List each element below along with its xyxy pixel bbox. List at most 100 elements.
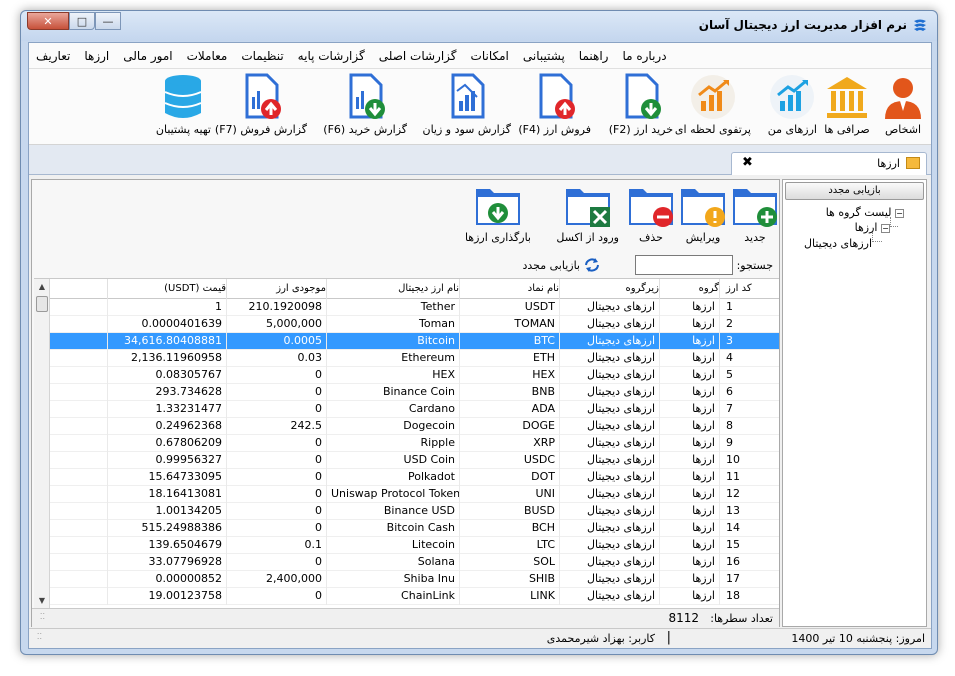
cell-subgroup[interactable]: ارزهای دیجیتال (559, 588, 659, 605)
cell-symbol[interactable]: LTC (459, 537, 559, 554)
cell-subgroup[interactable]: ارزهای دیجیتال (559, 520, 659, 537)
table-row[interactable]: 18 ارزها ارزهای دیجیتال LINK ChainLink 0 19.00… (50, 588, 779, 605)
table-row[interactable]: 5 ارزها ارزهای دیجیتال HEX HEX 0 0.08305767 (50, 367, 779, 384)
cell-price[interactable]: 19.00123758 (107, 588, 226, 605)
cell-name[interactable]: Bitcoin (326, 333, 459, 350)
cell-name[interactable]: Ripple (326, 435, 459, 452)
cell-symbol[interactable]: DOGE (459, 418, 559, 435)
cell-stock[interactable]: 0 (226, 401, 326, 418)
col-header-stock[interactable]: موجودی ارز (226, 279, 326, 299)
cell-code[interactable]: 11 (719, 469, 779, 486)
table-row[interactable]: 15 ارزها ارزهای دیجیتال LTC Litecoin 0.1 139.6… (50, 537, 779, 554)
cell-stock[interactable]: 0 (226, 588, 326, 605)
cell-price[interactable]: 34,616.80408881 (107, 333, 226, 350)
cell-subgroup[interactable]: ارزهای دیجیتال (559, 435, 659, 452)
cell-code[interactable]: 2 (719, 316, 779, 333)
cell-price[interactable]: 139.6504679 (107, 537, 226, 554)
menu-settings[interactable]: تنظیمات (234, 49, 290, 63)
scroll-up-icon[interactable]: ▲ (34, 279, 50, 295)
cell-code[interactable]: 5 (719, 367, 779, 384)
collapse-icon[interactable]: − (881, 223, 890, 233)
cell-stock[interactable]: 0 (226, 435, 326, 452)
cell-subgroup[interactable]: ارزهای دیجیتال (559, 503, 659, 520)
table-row[interactable]: 14 ارزها ارزهای دیجیتال BCH Bitcoin Cash 0 515… (50, 520, 779, 537)
cell-stock[interactable]: 0 (226, 384, 326, 401)
cell-name[interactable]: Polkadot (326, 469, 459, 486)
cell-stock[interactable]: 210.1920098 (226, 299, 326, 316)
close-button[interactable]: ✕ (27, 12, 69, 30)
cell-name[interactable]: Toman (326, 316, 459, 333)
cell-code[interactable]: 1 (719, 299, 779, 316)
cell-stock[interactable]: 0 (226, 452, 326, 469)
menu-basic-reports[interactable]: گزارشات پایه (291, 49, 372, 63)
cell-code[interactable]: 4 (719, 350, 779, 367)
table-row[interactable]: 9 ارزها ارزهای دیجیتال XRP Ripple 0 0.67806209 (50, 435, 779, 452)
cell-group[interactable]: ارزها (659, 520, 719, 537)
cell-group[interactable]: ارزها (659, 571, 719, 588)
cell-subgroup[interactable]: ارزهای دیجیتال (559, 418, 659, 435)
cell-group[interactable]: ارزها (659, 435, 719, 452)
cell-price[interactable]: 2,136.11960958 (107, 350, 226, 367)
cell-price[interactable]: 15.64733095 (107, 469, 226, 486)
col-header-name[interactable]: نام ارز دیجیتال (326, 279, 459, 299)
cell-symbol[interactable]: DOT (459, 469, 559, 486)
cell-group[interactable]: ارزها (659, 401, 719, 418)
table-row[interactable]: 11 ارزها ارزهای دیجیتال DOT Polkadot 0 15.6473… (50, 469, 779, 486)
cell-group[interactable]: ارزها (659, 537, 719, 554)
cell-symbol[interactable]: USDT (459, 299, 559, 316)
cell-price[interactable]: 33.07796928 (107, 554, 226, 571)
live-portfolio-button[interactable]: پرتفوی لحظه ای (675, 73, 751, 136)
cell-subgroup[interactable]: ارزهای دیجیتال (559, 452, 659, 469)
cell-symbol[interactable]: USDC (459, 452, 559, 469)
table-row[interactable]: 16 ارزها ارزهای دیجیتال SOL Solana 0 33.077969… (50, 554, 779, 571)
cell-stock[interactable]: 0.03 (226, 350, 326, 367)
cell-name[interactable]: ChainLink (326, 588, 459, 605)
cell-price[interactable]: 1 (107, 299, 226, 316)
delete-button[interactable]: حذف (627, 183, 675, 244)
cell-name[interactable]: Ethereum (326, 350, 459, 367)
tab-close-icon[interactable]: ✖ (742, 155, 753, 170)
cell-symbol[interactable]: ADA (459, 401, 559, 418)
cell-stock[interactable]: 5,000,000 (226, 316, 326, 333)
cell-group[interactable]: ارزها (659, 469, 719, 486)
scroll-thumb[interactable] (36, 296, 48, 312)
cell-group[interactable]: ارزها (659, 350, 719, 367)
cell-subgroup[interactable]: ارزهای دیجیتال (559, 401, 659, 418)
cell-stock[interactable]: 0.0005 (226, 333, 326, 350)
cell-group[interactable]: ارزها (659, 486, 719, 503)
menu-about[interactable]: درباره ما (615, 49, 673, 63)
resize-grip-icon[interactable]: ⁚⁚ (32, 633, 42, 644)
cell-name[interactable]: Solana (326, 554, 459, 571)
cell-stock[interactable]: 2,400,000 (226, 571, 326, 588)
cell-price[interactable]: 0.24962368 (107, 418, 226, 435)
cell-price[interactable]: 0.08305767 (107, 367, 226, 384)
cell-stock[interactable]: 0 (226, 486, 326, 503)
table-row[interactable]: 2 ارزها ارزهای دیجیتال TOMAN Toman 5,000,000 0… (50, 316, 779, 333)
col-header-subgroup[interactable]: زیرگروه (559, 279, 659, 299)
table-row[interactable]: 12 ارزها ارزهای دیجیتال UNI Uniswap Protocol… (50, 486, 779, 503)
menu-trades[interactable]: معاملات (180, 49, 235, 63)
cell-code[interactable]: 6 (719, 384, 779, 401)
menu-finance[interactable]: امور مالی (116, 49, 179, 63)
menu-definitions[interactable]: تعاریف (29, 49, 77, 63)
table-row[interactable]: 13 ارزها ارزهای دیجیتال BUSD Binance USD 0 1.0… (50, 503, 779, 520)
cell-name[interactable]: HEX (326, 367, 459, 384)
tree-subgroup-digital[interactable]: ارزهای دیجیتال (804, 237, 872, 250)
cell-stock[interactable]: 242.5 (226, 418, 326, 435)
cell-subgroup[interactable]: ارزهای دیجیتال (559, 299, 659, 316)
cell-price[interactable]: 0.67806209 (107, 435, 226, 452)
buy-button[interactable]: خرید ارز (F2) (609, 73, 673, 136)
cell-symbol[interactable]: XRP (459, 435, 559, 452)
minimize-button[interactable]: — (95, 12, 121, 30)
cell-stock[interactable]: 0 (226, 503, 326, 520)
title-bar[interactable]: ✕ □ — نرم افزار مدیریت ارز دیجیتال آسان (21, 11, 937, 41)
cell-code[interactable]: 13 (719, 503, 779, 520)
sell-report-button[interactable]: گزارش فروش (F7) (215, 73, 307, 136)
cell-price[interactable]: 18.16413081 (107, 486, 226, 503)
cell-stock[interactable]: 0 (226, 469, 326, 486)
cell-code[interactable]: 8 (719, 418, 779, 435)
table-row[interactable]: 3 ارزها ارزهای دیجیتال BTC Bitcoin 0.0005 34,6… (50, 333, 779, 350)
cell-subgroup[interactable]: ارزهای دیجیتال (559, 367, 659, 384)
cell-subgroup[interactable]: ارزهای دیجیتال (559, 571, 659, 588)
cell-subgroup[interactable]: ارزهای دیجیتال (559, 537, 659, 554)
